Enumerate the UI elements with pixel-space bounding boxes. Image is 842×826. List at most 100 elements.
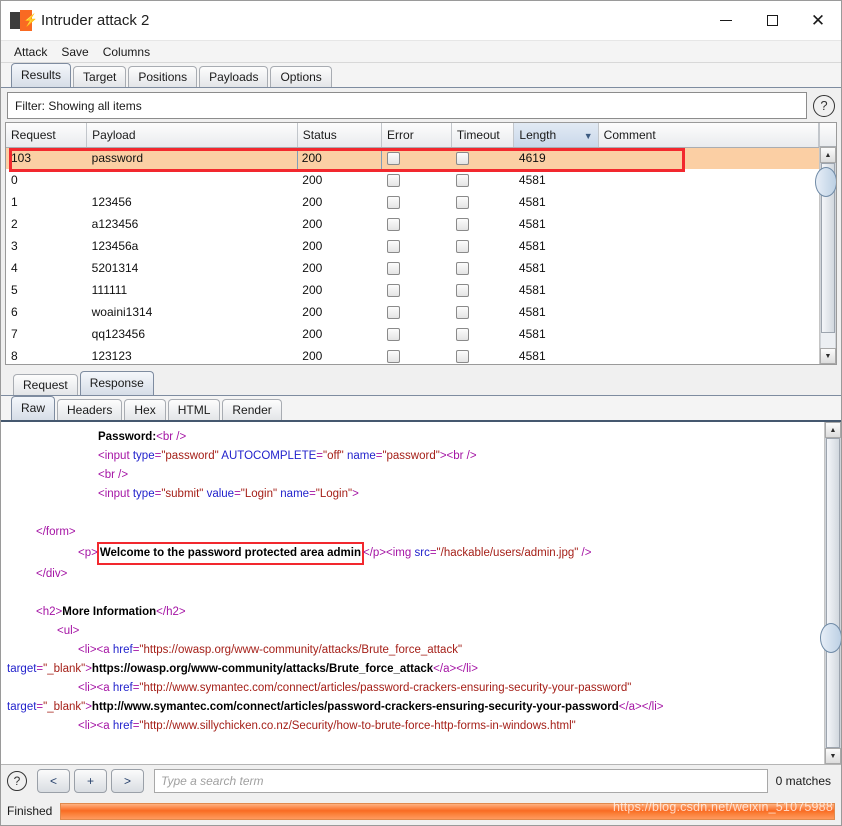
cell-error: [382, 169, 452, 191]
table-scroll-corner: [819, 123, 836, 147]
error-checkbox[interactable]: [386, 174, 400, 188]
response-token: <br />: [446, 450, 477, 462]
column-header-timeout[interactable]: Timeout: [451, 123, 515, 148]
table-row[interactable]: 103 password 200 4619: [6, 146, 819, 170]
cell-payload: qq123456: [91, 327, 146, 341]
column-header-error[interactable]: Error: [381, 123, 452, 148]
tab-headers[interactable]: Headers: [57, 399, 123, 420]
column-header-comment[interactable]: Comment: [598, 123, 819, 148]
tab-html[interactable]: HTML: [167, 399, 221, 420]
tab-raw[interactable]: Raw: [11, 396, 56, 420]
column-header-status[interactable]: Status: [297, 123, 383, 148]
table-row[interactable]: 8 123123 200 4581: [6, 345, 819, 364]
menu-item-columns[interactable]: Columns: [96, 43, 157, 61]
scroll-track[interactable]: [815, 163, 836, 348]
error-checkbox[interactable]: [386, 284, 400, 298]
window-title: Intruder attack 2: [41, 12, 150, 29]
scroll-track[interactable]: [820, 438, 841, 748]
table-row[interactable]: 1 123456 200 4581: [6, 191, 819, 213]
tab-target[interactable]: Target: [73, 66, 127, 87]
tab-hex[interactable]: Hex: [124, 399, 166, 420]
search-prev-button[interactable]: <: [37, 769, 70, 793]
cell-comment[interactable]: [598, 301, 818, 323]
scroll-knob-indicator[interactable]: [815, 167, 836, 197]
timeout-checkbox[interactable]: [456, 196, 470, 210]
close-button[interactable]: ✕: [795, 1, 841, 41]
filter-bar[interactable]: Filter: Showing all items: [7, 92, 807, 119]
request-response-tab-strip: Request Response: [1, 370, 841, 396]
tab-options[interactable]: Options: [270, 66, 332, 87]
error-checkbox[interactable]: [386, 306, 400, 320]
maximize-button[interactable]: [749, 1, 795, 41]
tab-request[interactable]: Request: [13, 374, 78, 395]
table-row[interactable]: 6 woaini1314 200 4581: [6, 301, 819, 323]
column-header-length[interactable]: ▼ Length: [513, 123, 599, 148]
table-row[interactable]: 5 111111 200 4581: [6, 279, 819, 301]
response-code-line: <li><a href="http://www.symantec.com/con…: [1, 679, 824, 698]
error-checkbox[interactable]: [387, 152, 401, 166]
menu-item-save[interactable]: Save: [54, 43, 95, 61]
response-raw-text[interactable]: Password:<br /> <input type="password" AU…: [1, 422, 824, 764]
error-checkbox[interactable]: [386, 328, 400, 342]
timeout-checkbox[interactable]: [456, 350, 470, 364]
results-vertical-scrollbar[interactable]: ▲ ▼: [815, 123, 836, 364]
error-checkbox[interactable]: [386, 240, 400, 254]
timeout-checkbox[interactable]: [456, 218, 470, 232]
scroll-thumb[interactable]: [826, 438, 840, 748]
timeout-checkbox[interactable]: [456, 262, 470, 276]
timeout-checkbox[interactable]: [456, 240, 470, 254]
search-help-icon[interactable]: ?: [7, 771, 27, 791]
cell-comment[interactable]: [598, 169, 818, 191]
cell-comment[interactable]: [598, 213, 818, 235]
scroll-knob-indicator[interactable]: [820, 623, 841, 653]
timeout-checkbox[interactable]: [456, 152, 470, 166]
tab-render[interactable]: Render: [222, 399, 282, 420]
minimize-button[interactable]: [703, 1, 749, 41]
tab-results[interactable]: Results: [11, 63, 72, 87]
search-next-button[interactable]: >: [111, 769, 144, 793]
cell-comment[interactable]: [598, 323, 818, 345]
timeout-checkbox[interactable]: [456, 174, 470, 188]
cell-timeout: [451, 301, 514, 323]
error-checkbox[interactable]: [386, 262, 400, 276]
match-count-label: 0 matches: [775, 774, 831, 788]
search-input[interactable]: Type a search term: [154, 769, 768, 793]
tab-payloads[interactable]: Payloads: [199, 66, 269, 87]
column-header-request[interactable]: Request: [6, 123, 88, 148]
error-checkbox[interactable]: [386, 350, 400, 364]
scroll-up-button[interactable]: ▲: [825, 422, 841, 438]
cell-error: [382, 235, 452, 257]
cell-comment[interactable]: [598, 257, 818, 279]
response-token: =: [234, 488, 241, 500]
cell-comment[interactable]: [598, 345, 818, 364]
error-checkbox[interactable]: [386, 218, 400, 232]
column-header-payload[interactable]: Payload: [86, 123, 298, 148]
cell-comment[interactable]: [598, 147, 819, 169]
cell-comment[interactable]: [598, 279, 818, 301]
cell-comment[interactable]: [598, 191, 818, 213]
table-row[interactable]: 4 5201314 200 4581: [6, 257, 819, 279]
search-add-button[interactable]: +: [74, 769, 107, 793]
response-vertical-scrollbar[interactable]: ▲ ▼: [820, 422, 841, 764]
response-token: </h2>: [156, 606, 186, 618]
cell-comment[interactable]: [598, 235, 818, 257]
scroll-up-button[interactable]: ▲: [820, 147, 836, 163]
scroll-down-button[interactable]: ▼: [820, 348, 836, 364]
main-tab-strip: Results Target Positions Payloads Option…: [1, 63, 841, 88]
table-row[interactable]: 2 a123456 200 4581: [6, 213, 819, 235]
error-checkbox[interactable]: [386, 196, 400, 210]
timeout-checkbox[interactable]: [456, 284, 470, 298]
response-token: =: [309, 488, 316, 500]
scroll-down-button[interactable]: ▼: [825, 748, 841, 764]
tab-positions[interactable]: Positions: [128, 66, 198, 87]
tab-response[interactable]: Response: [79, 371, 154, 395]
timeout-checkbox[interactable]: [456, 328, 470, 342]
response-code-line: [1, 584, 824, 603]
filter-help-icon[interactable]: ?: [813, 94, 835, 117]
response-token: "off": [323, 450, 344, 462]
table-row[interactable]: 3 123456a 200 4581: [6, 235, 819, 257]
timeout-checkbox[interactable]: [456, 306, 470, 320]
table-row[interactable]: 7 qq123456 200 4581: [6, 323, 819, 345]
table-row[interactable]: 0 200 4581: [6, 169, 819, 191]
menu-item-attack[interactable]: Attack: [7, 43, 54, 61]
